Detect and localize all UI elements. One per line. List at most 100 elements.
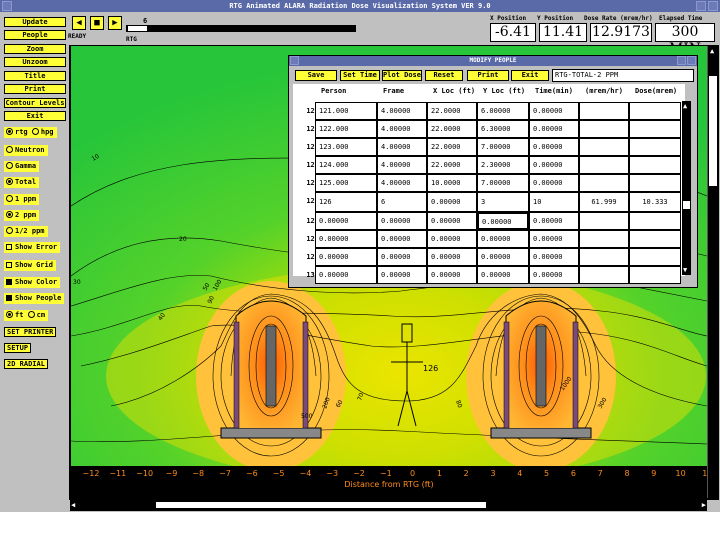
exit-dialog-button[interactable]: Exit bbox=[511, 70, 549, 81]
table-cell[interactable] bbox=[629, 212, 681, 230]
table-cell[interactable]: 0.00000 bbox=[529, 120, 579, 138]
table-cell[interactable]: 0.00000 bbox=[477, 266, 529, 284]
table-cell[interactable]: 0.00000 bbox=[529, 174, 579, 192]
table-cell[interactable] bbox=[629, 174, 681, 192]
table-cell[interactable]: 3 bbox=[477, 192, 529, 212]
dialog-menu-icon[interactable] bbox=[290, 56, 299, 65]
table-cell[interactable]: 61.999 bbox=[579, 192, 629, 212]
table-cell[interactable]: 0.00000 bbox=[427, 266, 477, 284]
table-cell[interactable]: 0.00000 bbox=[529, 266, 579, 284]
table-cell[interactable]: 22.0000 bbox=[427, 138, 477, 156]
scroll-left-icon[interactable]: ◀ bbox=[71, 501, 75, 509]
table-cell[interactable] bbox=[629, 120, 681, 138]
unzoom-button[interactable]: Unzoom bbox=[4, 57, 66, 67]
radio-cm[interactable]: cm bbox=[27, 311, 45, 319]
radio-rtg[interactable]: rtg bbox=[6, 128, 28, 136]
frame-slider-handle[interactable] bbox=[147, 26, 149, 31]
table-cell[interactable]: 7.00000 bbox=[477, 174, 529, 192]
table-cell[interactable] bbox=[579, 174, 629, 192]
table-cell[interactable] bbox=[629, 266, 681, 284]
table-cell[interactable]: 4.00000 bbox=[377, 102, 427, 120]
table-cell[interactable]: 22.0000 bbox=[427, 156, 477, 174]
table-cell[interactable]: 22.0000 bbox=[427, 120, 477, 138]
people-button[interactable]: People bbox=[4, 30, 66, 40]
save-button[interactable]: Save bbox=[295, 70, 337, 81]
radio-total[interactable]: Total bbox=[4, 177, 40, 188]
table-cell[interactable]: 4.00000 bbox=[377, 156, 427, 174]
table-cell[interactable]: 7.00000 bbox=[477, 138, 529, 156]
table-cell[interactable] bbox=[579, 212, 629, 230]
print-people-button[interactable]: Print bbox=[467, 70, 509, 81]
table-cell[interactable]: 22.0000 bbox=[427, 102, 477, 120]
dialog-maximize-icon[interactable] bbox=[687, 56, 696, 65]
radio-gamma[interactable]: Gamma bbox=[4, 161, 40, 172]
table-cell[interactable]: 0.00000 bbox=[529, 138, 579, 156]
minimize-icon[interactable] bbox=[696, 1, 706, 11]
show-grid-toggle[interactable]: Show Grid bbox=[4, 260, 56, 271]
dialog-scroll-thumb[interactable] bbox=[683, 201, 690, 209]
table-cell[interactable]: 6.00000 bbox=[477, 102, 529, 120]
stop-button[interactable]: ■ bbox=[90, 16, 104, 30]
scroll-up-icon[interactable]: ▲ bbox=[683, 102, 687, 110]
table-cell[interactable]: 6 bbox=[377, 192, 427, 212]
table-cell[interactable]: 10 bbox=[529, 192, 579, 212]
table-cell[interactable]: 4.00000 bbox=[377, 120, 427, 138]
table-cell[interactable] bbox=[579, 266, 629, 284]
table-cell[interactable]: 10.0000 bbox=[427, 174, 477, 192]
scroll-up-icon[interactable]: ▲ bbox=[710, 47, 714, 55]
table-cell[interactable]: 0.00000 bbox=[427, 192, 477, 212]
scroll-right-icon[interactable]: ▶ bbox=[702, 501, 706, 509]
table-cell[interactable]: 124.000 bbox=[315, 156, 377, 174]
update-button[interactable]: Update bbox=[4, 17, 66, 27]
table-cell[interactable]: 0.00000 bbox=[427, 230, 477, 248]
set-printer-button[interactable]: SET PRINTER bbox=[4, 327, 57, 337]
frame-slider[interactable] bbox=[126, 25, 356, 32]
table-cell[interactable] bbox=[629, 230, 681, 248]
2d-radial-button[interactable]: 2D RADIAL bbox=[4, 359, 48, 369]
vertical-scroll-thumb[interactable] bbox=[709, 76, 717, 186]
radio-1ppm[interactable]: 1 ppm bbox=[4, 194, 40, 205]
exit-button[interactable]: Exit bbox=[4, 111, 66, 121]
table-cell[interactable]: 0.00000 bbox=[529, 230, 579, 248]
radio-ft[interactable]: ft bbox=[6, 311, 23, 319]
table-cell[interactable] bbox=[629, 156, 681, 174]
zoom-button[interactable]: Zoom bbox=[4, 44, 66, 54]
radio-hpg[interactable]: hpg bbox=[31, 128, 54, 136]
table-cell[interactable] bbox=[629, 102, 681, 120]
table-cell[interactable]: 0.00000 bbox=[315, 230, 377, 248]
table-cell[interactable] bbox=[579, 102, 629, 120]
table-cell[interactable]: 0.00000 bbox=[377, 248, 427, 266]
radio-2ppm[interactable]: 2 ppm bbox=[4, 210, 40, 221]
table-cell[interactable]: 0.00000 bbox=[529, 102, 579, 120]
table-cell[interactable]: 123.000 bbox=[315, 138, 377, 156]
radio-half-ppm[interactable]: 1/2 ppm bbox=[4, 226, 48, 237]
set-time-button[interactable]: Set Time bbox=[340, 70, 380, 81]
filename-field[interactable]: RTG-TOTAL-2 PPM bbox=[552, 69, 694, 82]
table-cell[interactable]: 0.00000 bbox=[477, 248, 529, 266]
table-cell[interactable]: 4.00000 bbox=[377, 138, 427, 156]
radio-neutron[interactable]: Neutron bbox=[4, 145, 48, 156]
table-cell[interactable] bbox=[579, 248, 629, 266]
table-cell[interactable]: 0.00000 bbox=[377, 266, 427, 284]
table-cell[interactable]: 0.00000 bbox=[427, 248, 477, 266]
reset-button[interactable]: Reset bbox=[425, 70, 463, 81]
table-cell[interactable]: 0.00000 bbox=[529, 248, 579, 266]
table-cell[interactable] bbox=[579, 156, 629, 174]
plot-dose-button[interactable]: Plot Dose bbox=[382, 70, 422, 81]
table-cell[interactable]: 0.00000 bbox=[377, 230, 427, 248]
window-menu-icon[interactable] bbox=[2, 1, 12, 11]
print-button[interactable]: Print bbox=[4, 84, 66, 94]
horizontal-scrollbar[interactable]: ◀ ▶ bbox=[70, 500, 707, 511]
maximize-icon[interactable] bbox=[708, 1, 718, 11]
table-cell[interactable]: 10.333 bbox=[629, 192, 681, 212]
setup-button[interactable]: SETUP bbox=[4, 343, 32, 353]
table-cell[interactable] bbox=[579, 120, 629, 138]
show-color-toggle[interactable]: Show Color bbox=[4, 277, 61, 288]
previous-frame-button[interactable]: ◀ bbox=[72, 16, 86, 30]
table-cell[interactable]: 0.00000 bbox=[315, 212, 377, 230]
table-cell[interactable] bbox=[579, 138, 629, 156]
table-cell[interactable]: 2.30000 bbox=[477, 156, 529, 174]
table-cell[interactable]: 0.00000 bbox=[315, 266, 377, 284]
table-cell[interactable] bbox=[579, 230, 629, 248]
table-cell[interactable]: 6.30000 bbox=[477, 120, 529, 138]
